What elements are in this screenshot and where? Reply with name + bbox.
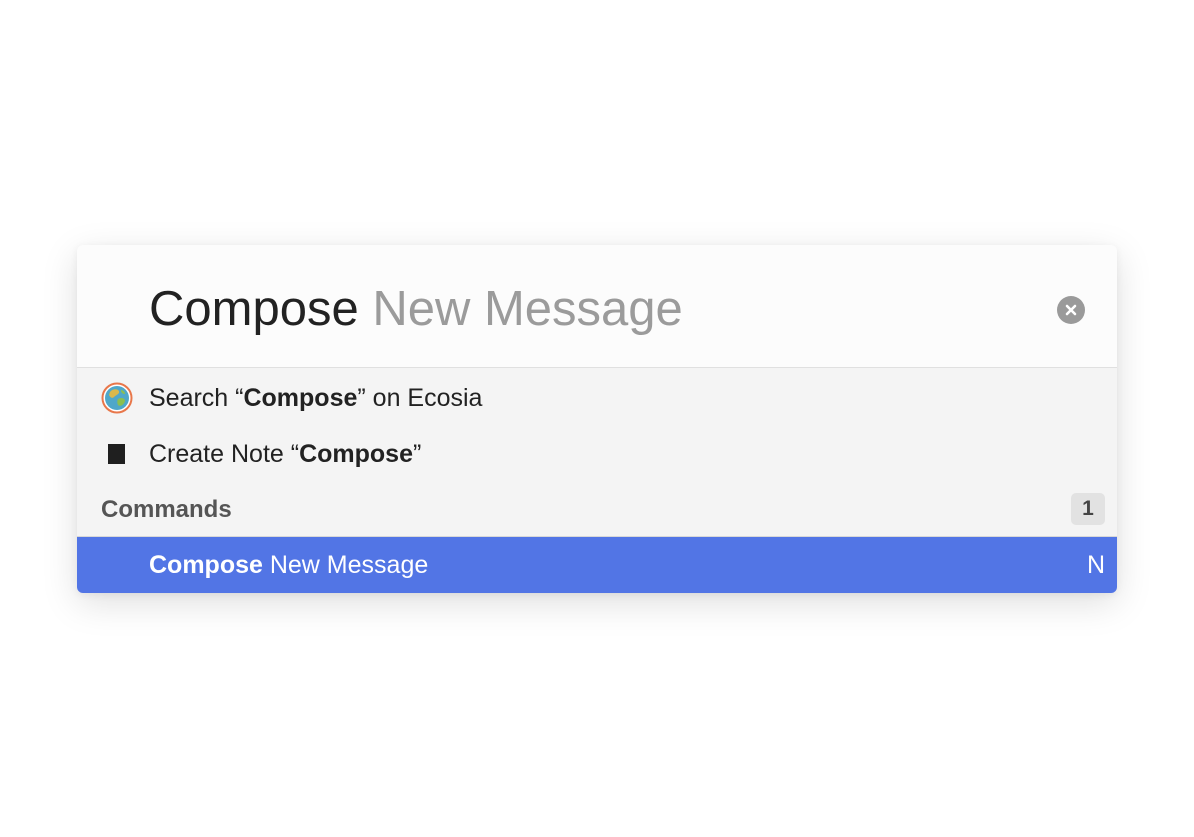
note-icon [101,438,133,470]
note-keyword-text: Compose [299,440,413,468]
search-ecosia-result[interactable]: Search “Compose” on Ecosia [77,369,1117,425]
query-typed-text: Compose [149,282,359,336]
commands-section-header: Commands 1 [77,482,1117,537]
command-keyword-text: Compose [149,551,263,579]
commands-section-title: Commands [101,496,232,523]
search-prefix-text: Search “ [149,384,244,412]
commands-count-badge: 1 [1071,493,1105,525]
search-suffix-text: ” on Ecosia [357,384,483,412]
compose-new-message-command[interactable]: Compose New Message N [77,537,1117,593]
ecosia-globe-icon [101,382,133,414]
command-palette: Compose New Message Search “Compose” on … [77,245,1117,593]
close-icon [1065,304,1077,316]
command-shortcut-key: N [1086,551,1105,579]
search-keyword-text: Compose [243,384,358,412]
note-suffix-text: ” [412,440,422,468]
clear-query-button[interactable] [1057,296,1085,324]
command-label: Compose New Message [149,550,428,580]
query-completion-text: New Message [358,282,683,336]
create-note-result[interactable]: Create Note “Compose” [77,425,1117,481]
query-input[interactable]: Compose New Message [149,279,683,339]
create-note-label: Create Note “Compose” [149,439,421,469]
query-bar[interactable]: Compose New Message [77,245,1117,368]
command-rest-text: New Message [262,551,429,579]
note-prefix-text: Create Note “ [149,440,300,468]
search-ecosia-label: Search “Compose” on Ecosia [149,383,482,413]
